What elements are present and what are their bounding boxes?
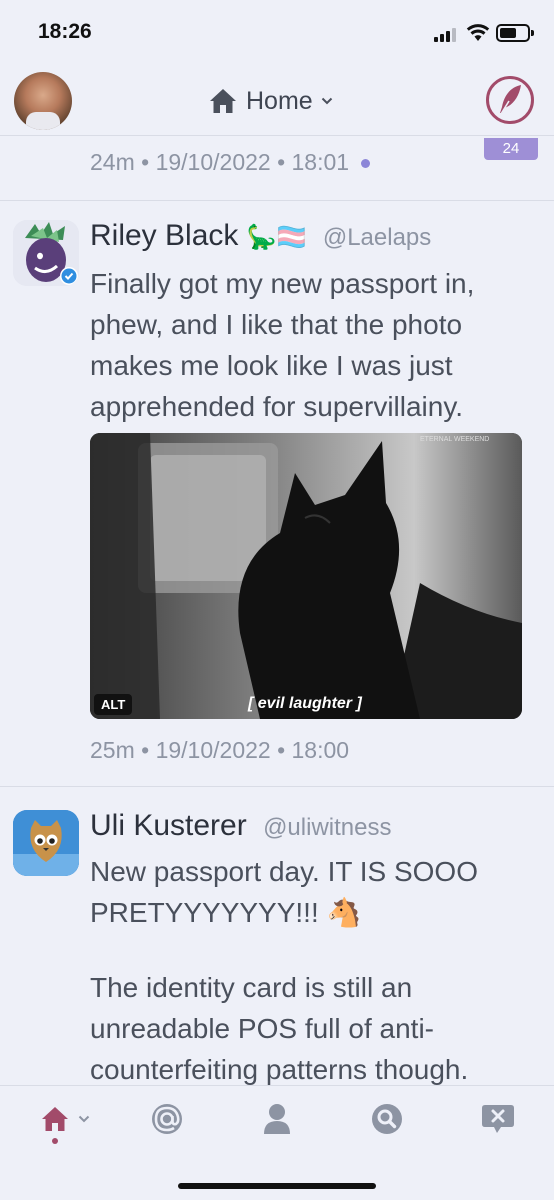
tab-search[interactable] <box>370 1100 410 1140</box>
tweet-body: New passport day. IT IS SOOO PRETYYYYYYY… <box>90 851 530 1090</box>
author-name: Riley Black <box>90 219 239 252</box>
tweet-line: apprehended for supervillainy. <box>90 391 464 422</box>
author-handle: @uliwitness <box>263 814 392 841</box>
avatar-illustration <box>13 810 79 876</box>
avatar[interactable] <box>13 810 79 876</box>
tweet-media[interactable]: ETERNAL WEEKEND ALT [ evil laughter ] <box>90 433 522 719</box>
tweet-line: New passport day. IT IS SOOO <box>90 856 478 887</box>
tweet-line: makes me look like I was just <box>90 350 453 381</box>
tweet-line: Finally got my new passport in, <box>90 268 475 299</box>
tweet-author[interactable]: Uli Kusterer @uliwitness <box>90 809 391 843</box>
at-mention-icon <box>152 1104 182 1134</box>
quill-icon <box>500 85 521 115</box>
media-caption: [ evil laughter ] <box>248 695 362 712</box>
tweet-line: counterfeiting patterns though. <box>90 1054 469 1085</box>
tweet-line <box>90 933 530 967</box>
divider <box>0 200 554 201</box>
unread-dot <box>361 159 371 169</box>
battery-icon <box>496 24 534 42</box>
media-image: ETERNAL WEEKEND <box>90 433 522 719</box>
tab-mentions[interactable] <box>150 1100 190 1140</box>
home-icon <box>42 1107 68 1131</box>
divider <box>0 786 554 787</box>
tab-profile[interactable] <box>262 1100 302 1140</box>
active-tab-dot <box>52 1138 58 1144</box>
author-handle: @Laelaps <box>322 224 432 251</box>
tweet-timestamp: 24m • 19/10/2022 • 18:01 <box>90 149 350 175</box>
cellular-signal-icon <box>434 26 460 42</box>
tweet-line: unreadable POS full of anti- <box>90 1013 434 1044</box>
search-icon <box>372 1104 402 1134</box>
unread-count-badge[interactable]: 24 <box>484 138 538 160</box>
avatar-illustration <box>13 220 79 286</box>
author-name: Uli Kusterer <box>90 809 247 842</box>
nav-header: Home <box>0 66 554 136</box>
chevron-down-icon <box>321 97 332 105</box>
tweet-line: phew, and I like that the photo <box>90 309 463 340</box>
home-icon <box>210 89 236 113</box>
home-indicator <box>178 1183 376 1189</box>
profile-icon <box>264 1104 290 1134</box>
tab-home[interactable] <box>40 1100 96 1144</box>
status-bar: 18:26 <box>0 0 554 66</box>
media-watermark: ETERNAL WEEKEND <box>420 436 489 443</box>
tweet-body: Finally got my new passport in, phew, an… <box>90 263 530 427</box>
tab-bar <box>0 1085 554 1200</box>
tweet-meta: 24m • 19/10/2022 • 18:01 <box>90 149 371 176</box>
tweet-timestamp: 25m • 19/10/2022 • 18:00 <box>90 737 350 763</box>
page-title: Home <box>246 86 313 115</box>
tweet-line: The identity card is still an <box>90 972 413 1003</box>
tweet-meta: 25m • 19/10/2022 • 18:00 <box>90 737 349 764</box>
timeline-switcher[interactable]: Home <box>208 83 333 119</box>
status-time: 18:26 <box>38 20 92 43</box>
tab-messages[interactable] <box>480 1100 520 1140</box>
compose-button[interactable] <box>486 76 534 124</box>
messages-icon <box>482 1105 514 1133</box>
chevron-down-icon <box>78 1115 90 1123</box>
author-emoji: 🦕🏳️‍⚧️ <box>246 224 307 251</box>
tweet-author[interactable]: Riley Black 🦕🏳️‍⚧️ @Laelaps <box>90 219 431 253</box>
tweet-line: PRETYYYYYYY!!! 🐴 <box>90 897 362 928</box>
account-avatar[interactable] <box>14 72 72 130</box>
wifi-icon <box>466 24 490 41</box>
avatar[interactable] <box>13 220 79 286</box>
alt-text-button[interactable]: ALT <box>94 694 133 715</box>
